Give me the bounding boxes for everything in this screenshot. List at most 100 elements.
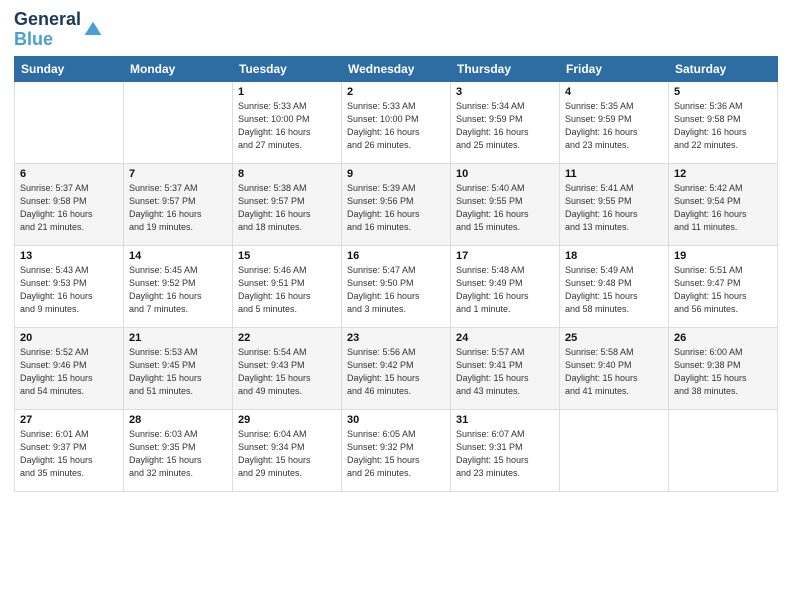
- calendar-cell: 22Sunrise: 5:54 AM Sunset: 9:43 PM Dayli…: [233, 327, 342, 409]
- day-info: Sunrise: 5:37 AM Sunset: 9:58 PM Dayligh…: [20, 182, 118, 234]
- logo-icon: [83, 20, 103, 40]
- day-info: Sunrise: 5:43 AM Sunset: 9:53 PM Dayligh…: [20, 264, 118, 316]
- day-info: Sunrise: 5:38 AM Sunset: 9:57 PM Dayligh…: [238, 182, 336, 234]
- day-number: 5: [674, 86, 772, 98]
- day-info: Sunrise: 6:04 AM Sunset: 9:34 PM Dayligh…: [238, 428, 336, 480]
- day-number: 14: [129, 250, 227, 262]
- day-info: Sunrise: 5:48 AM Sunset: 9:49 PM Dayligh…: [456, 264, 554, 316]
- day-info: Sunrise: 6:03 AM Sunset: 9:35 PM Dayligh…: [129, 428, 227, 480]
- calendar-cell: 8 Sunrise: 5:38 AM Sunset: 9:57 PM Daylig…: [233, 163, 342, 245]
- day-info: Sunrise: 6:05 AM Sunset: 9:32 PM Dayligh…: [347, 428, 445, 480]
- day-number: 25: [565, 332, 663, 344]
- day-info: Sunrise: 5:46 AM Sunset: 9:51 PM Dayligh…: [238, 264, 336, 316]
- calendar-cell: 26 Sunrise: 6:00 AM Sunset: 9:38 PM Dayli…: [669, 327, 778, 409]
- day-info: Sunrise: 5:52 AM Sunset: 9:46 PM Dayligh…: [20, 346, 118, 398]
- day-info: Sunrise: 6:00 AM Sunset: 9:38 PM Dayligh…: [674, 346, 772, 398]
- day-number: 28: [129, 414, 227, 426]
- day-info: Sunrise: 5:49 AM Sunset: 9:48 PM Dayligh…: [565, 264, 663, 316]
- day-number: 17: [456, 250, 554, 262]
- calendar-cell: 7 Sunrise: 5:37 AM Sunset: 9:57 PM Daylig…: [124, 163, 233, 245]
- day-number: 12: [674, 168, 772, 180]
- calendar-cell: [124, 81, 233, 163]
- day-info: Sunrise: 5:51 AM Sunset: 9:47 PM Dayligh…: [674, 264, 772, 316]
- calendar-cell: 31 Sunrise: 6:07 AM Sunset: 9:31 PM Dayli…: [451, 409, 560, 491]
- calendar-cell: 1 Sunrise: 5:33 AM Sunset: 10:00 PM Dayli…: [233, 81, 342, 163]
- day-number: 30: [347, 414, 445, 426]
- calendar-cell: 6 Sunrise: 5:37 AM Sunset: 9:58 PM Daylig…: [15, 163, 124, 245]
- day-number: 15: [238, 250, 336, 262]
- day-number: 29: [238, 414, 336, 426]
- calendar-cell: 11 Sunrise: 5:41 AM Sunset: 9:55 PM Dayli…: [560, 163, 669, 245]
- day-info: Sunrise: 5:36 AM Sunset: 9:58 PM Dayligh…: [674, 100, 772, 152]
- calendar-week-row: 6 Sunrise: 5:37 AM Sunset: 9:58 PM Daylig…: [15, 163, 778, 245]
- calendar-cell: 27 Sunrise: 6:01 AM Sunset: 9:37 PM Dayli…: [15, 409, 124, 491]
- day-number: 31: [456, 414, 554, 426]
- calendar-cell: 28 Sunrise: 6:03 AM Sunset: 9:35 PM Dayli…: [124, 409, 233, 491]
- day-number: 8: [238, 168, 336, 180]
- day-info: Sunrise: 5:53 AM Sunset: 9:45 PM Dayligh…: [129, 346, 227, 398]
- calendar-cell: 25 Sunrise: 5:58 AM Sunset: 9:40 PM Dayli…: [560, 327, 669, 409]
- calendar-cell: 13Sunrise: 5:43 AM Sunset: 9:53 PM Dayli…: [15, 245, 124, 327]
- calendar-cell: 23 Sunrise: 5:56 AM Sunset: 9:42 PM Dayli…: [342, 327, 451, 409]
- day-number: 10: [456, 168, 554, 180]
- day-info: Sunrise: 5:41 AM Sunset: 9:55 PM Dayligh…: [565, 182, 663, 234]
- day-number: 21: [129, 332, 227, 344]
- weekday-header: Friday: [560, 56, 669, 81]
- day-number: 2: [347, 86, 445, 98]
- day-info: Sunrise: 5:39 AM Sunset: 9:56 PM Dayligh…: [347, 182, 445, 234]
- day-info: Sunrise: 5:33 AM Sunset: 10:00 PM Daylig…: [238, 100, 336, 152]
- logo-area: GeneralBlue: [14, 10, 103, 50]
- calendar-cell: 5 Sunrise: 5:36 AM Sunset: 9:58 PM Daylig…: [669, 81, 778, 163]
- calendar-cell: [560, 409, 669, 491]
- day-number: 1: [238, 86, 336, 98]
- day-info: Sunrise: 5:54 AM Sunset: 9:43 PM Dayligh…: [238, 346, 336, 398]
- day-info: Sunrise: 5:34 AM Sunset: 9:59 PM Dayligh…: [456, 100, 554, 152]
- day-number: 6: [20, 168, 118, 180]
- day-number: 23: [347, 332, 445, 344]
- day-info: Sunrise: 5:56 AM Sunset: 9:42 PM Dayligh…: [347, 346, 445, 398]
- day-number: 11: [565, 168, 663, 180]
- day-number: 27: [20, 414, 118, 426]
- calendar-cell: 12 Sunrise: 5:42 AM Sunset: 9:54 PM Dayli…: [669, 163, 778, 245]
- calendar-cell: 14 Sunrise: 5:45 AM Sunset: 9:52 PM Dayli…: [124, 245, 233, 327]
- day-number: 4: [565, 86, 663, 98]
- day-info: Sunrise: 5:33 AM Sunset: 10:00 PM Daylig…: [347, 100, 445, 152]
- day-info: Sunrise: 5:35 AM Sunset: 9:59 PM Dayligh…: [565, 100, 663, 152]
- calendar-cell: 3 Sunrise: 5:34 AM Sunset: 9:59 PM Daylig…: [451, 81, 560, 163]
- weekday-header-row: SundayMondayTuesdayWednesdayThursdayFrid…: [15, 56, 778, 81]
- calendar-table: SundayMondayTuesdayWednesdayThursdayFrid…: [14, 56, 778, 492]
- logo-text: GeneralBlue: [14, 10, 81, 50]
- calendar-cell: 4 Sunrise: 5:35 AM Sunset: 9:59 PM Daylig…: [560, 81, 669, 163]
- header: GeneralBlue: [14, 10, 778, 50]
- weekday-header: Saturday: [669, 56, 778, 81]
- day-info: Sunrise: 6:01 AM Sunset: 9:37 PM Dayligh…: [20, 428, 118, 480]
- day-number: 16: [347, 250, 445, 262]
- calendar-cell: 9 Sunrise: 5:39 AM Sunset: 9:56 PM Daylig…: [342, 163, 451, 245]
- day-info: Sunrise: 5:37 AM Sunset: 9:57 PM Dayligh…: [129, 182, 227, 234]
- day-number: 7: [129, 168, 227, 180]
- day-number: 20: [20, 332, 118, 344]
- day-info: Sunrise: 5:45 AM Sunset: 9:52 PM Dayligh…: [129, 264, 227, 316]
- calendar-cell: 10 Sunrise: 5:40 AM Sunset: 9:55 PM Dayli…: [451, 163, 560, 245]
- calendar-cell: 17 Sunrise: 5:48 AM Sunset: 9:49 PM Dayli…: [451, 245, 560, 327]
- calendar-week-row: 20 Sunrise: 5:52 AM Sunset: 9:46 PM Dayli…: [15, 327, 778, 409]
- weekday-header: Thursday: [451, 56, 560, 81]
- calendar-cell: 21 Sunrise: 5:53 AM Sunset: 9:45 PM Dayli…: [124, 327, 233, 409]
- day-number: 3: [456, 86, 554, 98]
- calendar-cell: 30 Sunrise: 6:05 AM Sunset: 9:32 PM Dayli…: [342, 409, 451, 491]
- day-number: 9: [347, 168, 445, 180]
- calendar-cell: 15 Sunrise: 5:46 AM Sunset: 9:51 PM Dayli…: [233, 245, 342, 327]
- day-number: 26: [674, 332, 772, 344]
- calendar-cell: 24Sunrise: 5:57 AM Sunset: 9:41 PM Dayli…: [451, 327, 560, 409]
- calendar-page: GeneralBlue SundayMondayTuesdayWednesday…: [0, 0, 792, 612]
- weekday-header: Monday: [124, 56, 233, 81]
- day-info: Sunrise: 5:58 AM Sunset: 9:40 PM Dayligh…: [565, 346, 663, 398]
- day-info: Sunrise: 5:42 AM Sunset: 9:54 PM Dayligh…: [674, 182, 772, 234]
- day-info: Sunrise: 5:57 AM Sunset: 9:41 PM Dayligh…: [456, 346, 554, 398]
- calendar-cell: [669, 409, 778, 491]
- calendar-cell: 18Sunrise: 5:49 AM Sunset: 9:48 PM Dayli…: [560, 245, 669, 327]
- calendar-cell: 19Sunrise: 5:51 AM Sunset: 9:47 PM Dayli…: [669, 245, 778, 327]
- day-info: Sunrise: 6:07 AM Sunset: 9:31 PM Dayligh…: [456, 428, 554, 480]
- day-info: Sunrise: 5:40 AM Sunset: 9:55 PM Dayligh…: [456, 182, 554, 234]
- calendar-week-row: 13Sunrise: 5:43 AM Sunset: 9:53 PM Dayli…: [15, 245, 778, 327]
